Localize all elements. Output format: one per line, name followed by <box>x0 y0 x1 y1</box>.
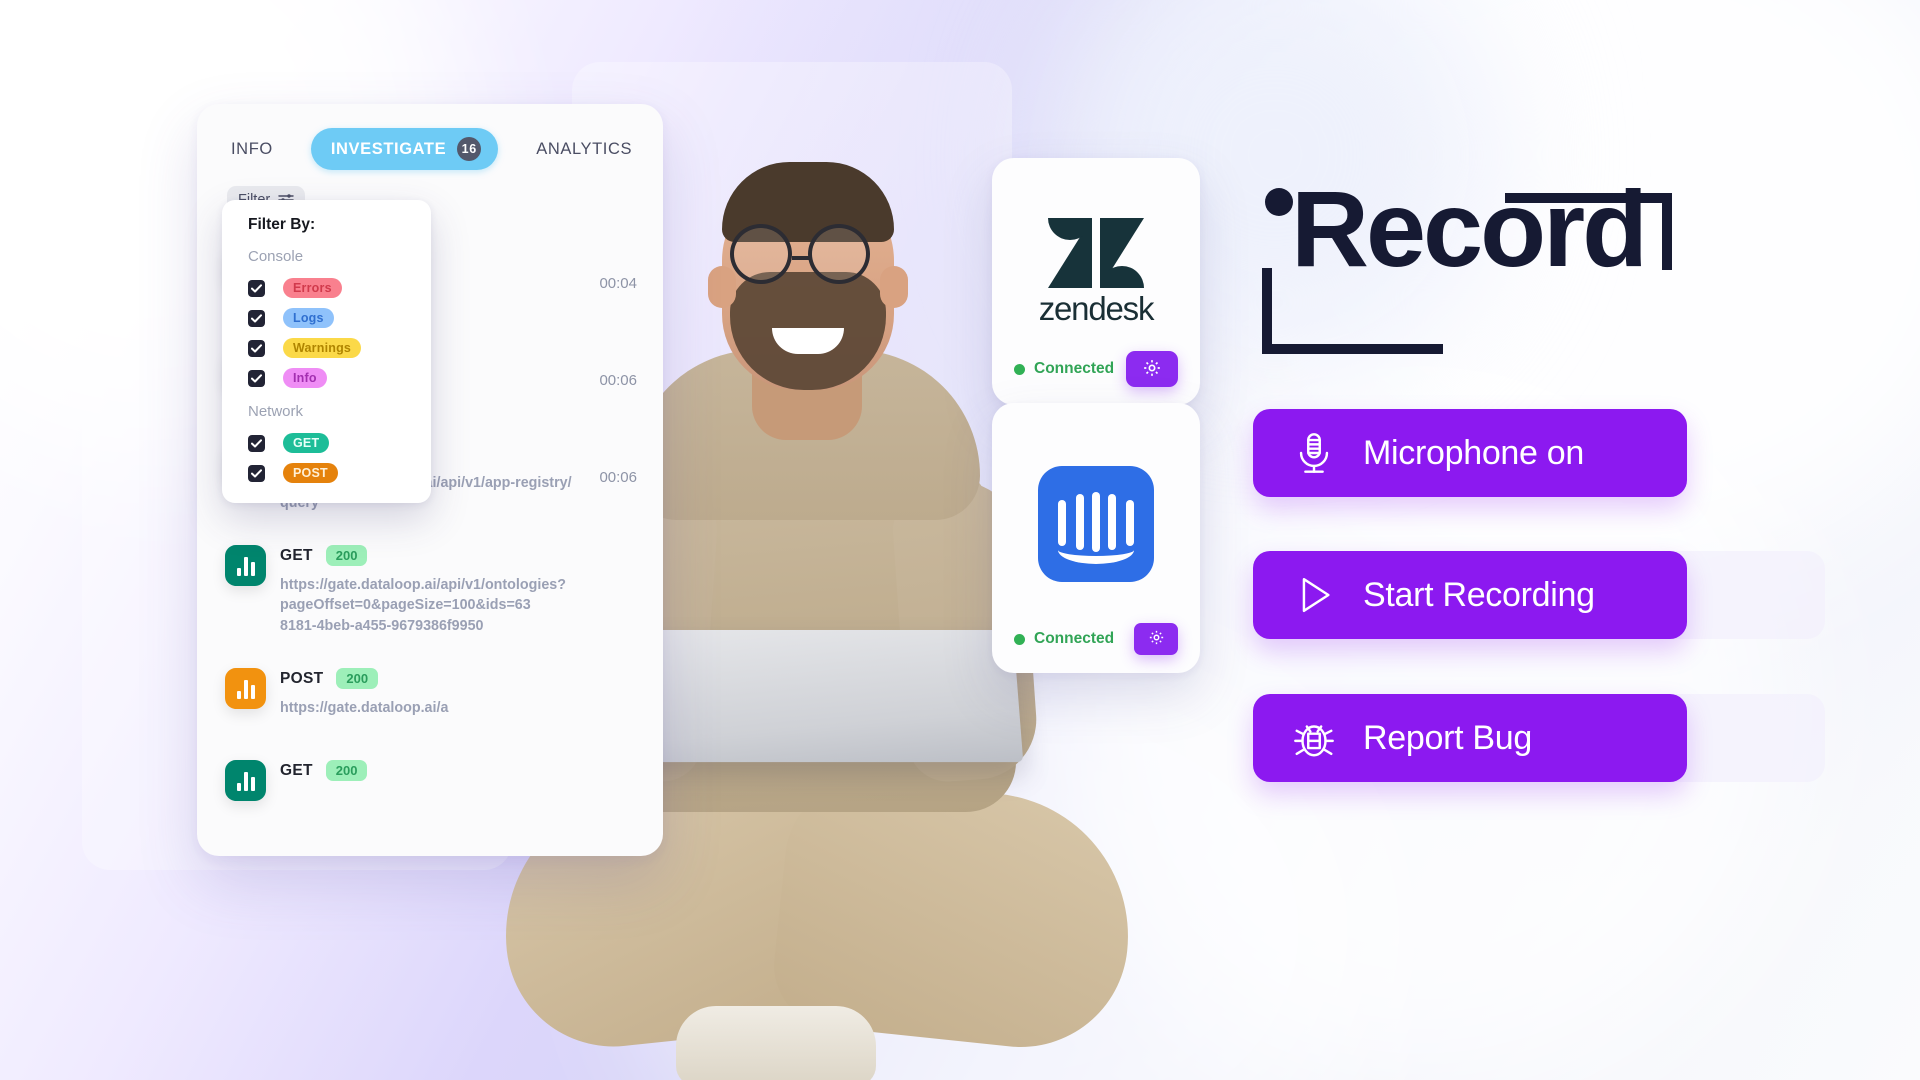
hero-section: Record <box>1255 168 1705 289</box>
filter-option-label: GET <box>283 433 330 453</box>
page-title: Record <box>1291 168 1648 289</box>
zendesk-mark-icon <box>1047 217 1144 288</box>
request-url-line: 8181-4beb-a455-9679386f9950 <box>280 617 484 634</box>
connection-status: Connected <box>1014 630 1114 648</box>
background-glow <box>1140 0 1920 600</box>
chart-icon <box>225 545 266 587</box>
request-url-line: pageOffset=0&pageSize=100&ids=63 <box>280 597 531 614</box>
tab-analytics[interactable]: ANALYTICS <box>532 132 636 167</box>
request-time: 00:06 <box>599 372 637 390</box>
table-row[interactable]: GET 200 <box>197 744 663 836</box>
bug-icon <box>1291 715 1337 761</box>
filter-option-label: Logs <box>283 308 334 328</box>
tab-info-label: INFO <box>231 139 273 158</box>
zendesk-wordmark: zendesk <box>1038 289 1155 327</box>
request-method: GET <box>280 761 313 779</box>
request-method: POST <box>280 669 324 687</box>
filter-option-label: Info <box>283 368 327 388</box>
intercom-mark-icon <box>1038 466 1154 582</box>
intercom-settings-button[interactable] <box>1134 623 1178 655</box>
tab-investigate-label: INVESTIGATE <box>330 139 447 158</box>
request-time: 00:06 <box>599 469 637 487</box>
request-url-line: https://gate.dataloop.ai/a <box>280 700 449 717</box>
intercom-logo <box>1010 425 1182 623</box>
request-method: GET <box>280 546 313 564</box>
checkbox-checked-icon[interactable] <box>248 434 265 452</box>
checkbox-checked-icon[interactable] <box>248 464 265 482</box>
status-badge: 200 <box>325 760 368 782</box>
integration-card-zendesk[interactable]: zendesk Connected <box>992 158 1200 405</box>
start-recording-button-label: Start Recording <box>1363 575 1595 614</box>
checkbox-checked-icon[interactable] <box>248 279 265 297</box>
checkbox-checked-icon[interactable] <box>248 309 265 327</box>
filter-option-errors[interactable]: Errors <box>222 273 431 303</box>
status-label: Connected <box>1034 630 1115 647</box>
zendesk-logo: zendesk <box>1010 180 1182 351</box>
status-label: Connected <box>1034 360 1115 377</box>
status-dot-icon <box>1014 363 1025 375</box>
filter-group-network-label: Network <box>248 403 304 420</box>
request-url: https://gate.dataloop.ai/api/v1/ontologi… <box>280 575 613 636</box>
chart-icon <box>225 668 266 710</box>
microphone-button-label: Microphone on <box>1363 433 1585 472</box>
filter-option-post[interactable]: POST <box>222 458 431 488</box>
filter-option-label: POST <box>283 463 338 483</box>
gear-icon <box>1148 629 1165 649</box>
filter-option-warnings[interactable]: Warnings <box>222 333 431 363</box>
report-bug-button-label: Report Bug <box>1363 718 1532 757</box>
filter-option-get[interactable]: GET <box>222 428 431 458</box>
status-badge: 200 <box>325 545 368 567</box>
tab-bar: INFO INVESTIGATE 16 ANALYTICS <box>197 104 663 180</box>
tab-info[interactable]: INFO <box>227 132 277 167</box>
microphone-toggle-button[interactable]: Microphone on <box>1253 409 1687 497</box>
checkbox-checked-icon[interactable] <box>248 339 265 357</box>
tab-analytics-label: ANALYTICS <box>536 139 633 158</box>
integration-card-intercom[interactable]: Connected <box>992 403 1200 673</box>
checkbox-checked-icon[interactable] <box>248 369 265 387</box>
filter-option-label: Warnings <box>283 338 362 358</box>
table-row[interactable]: GET 200 https://gate.dataloop.ai/api/v1/… <box>197 529 663 652</box>
status-dot-icon <box>1014 633 1025 645</box>
tab-investigate-badge: 16 <box>457 137 482 161</box>
page-root: INFO INVESTIGATE 16 ANALYTICS Filter <box>0 0 1920 1080</box>
request-url-line: https://gate.dataloop.ai/api/v1/ontologi… <box>280 577 566 594</box>
microphone-icon <box>1291 430 1337 476</box>
connection-status: Connected <box>1014 360 1114 378</box>
request-url: https://gate.dataloop.ai/a <box>280 698 613 718</box>
chart-icon <box>225 760 266 802</box>
filter-dropdown: Filter By: Console Errors Logs Warnings <box>222 200 431 503</box>
play-icon <box>1291 572 1337 618</box>
filter-option-logs[interactable]: Logs <box>222 303 431 333</box>
request-time: 00:04 <box>599 274 637 292</box>
zendesk-settings-button[interactable] <box>1126 351 1178 387</box>
filter-option-info[interactable]: Info <box>222 363 431 393</box>
filter-dropdown-title: Filter By: <box>248 216 316 233</box>
status-badge: 200 <box>336 668 379 690</box>
table-row[interactable]: POST 200 https://gate.dataloop.ai/a <box>197 652 663 744</box>
gear-icon <box>1142 358 1162 381</box>
filter-group-console-label: Console <box>248 248 304 265</box>
filter-option-label: Errors <box>283 278 342 298</box>
report-bug-button[interactable]: Report Bug <box>1253 694 1687 782</box>
background-glow <box>640 620 1400 1080</box>
tab-investigate[interactable]: INVESTIGATE 16 <box>310 128 499 170</box>
start-recording-button[interactable]: Start Recording <box>1253 551 1687 639</box>
